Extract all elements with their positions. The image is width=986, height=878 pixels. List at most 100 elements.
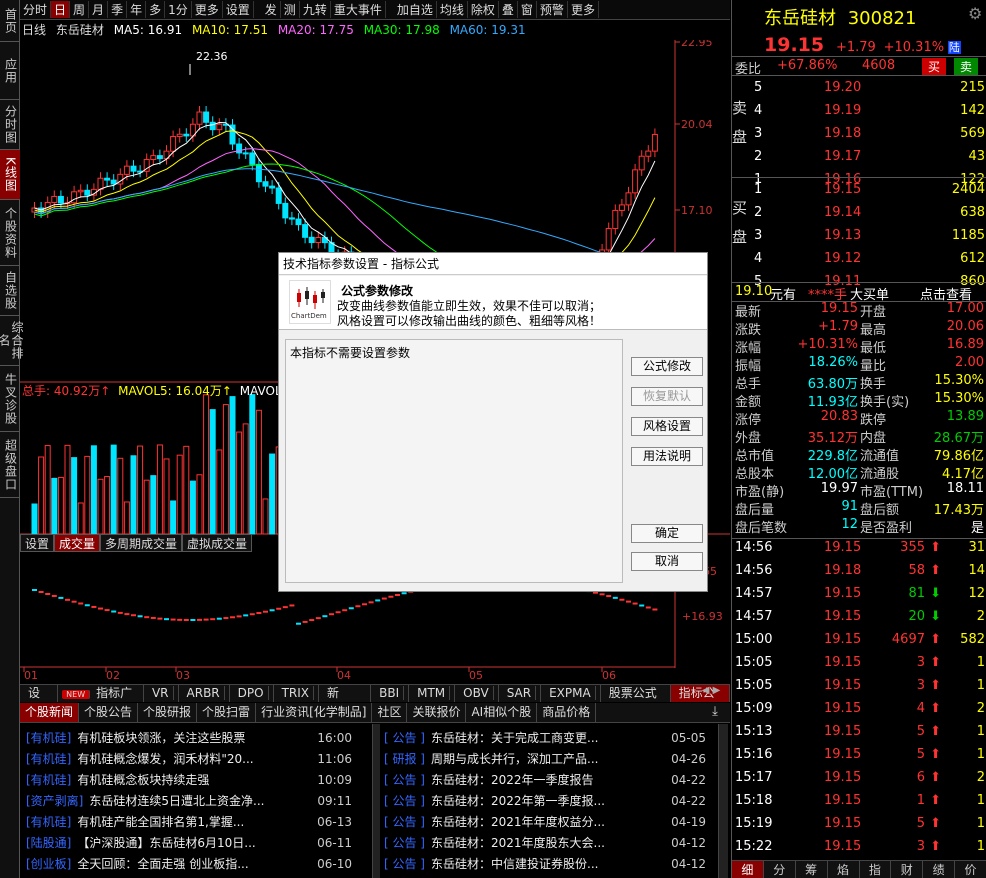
orderbook-row[interactable]: 3 19.13 1185 (732, 225, 986, 245)
quote-tab[interactable]: 分 (764, 861, 796, 878)
volume-sub-tab[interactable]: 虚拟成交量 (182, 534, 253, 552)
ok-button[interactable]: 确定 (631, 524, 703, 543)
toolbar-item[interactable]: 叠 (499, 1, 518, 18)
style-settings-button[interactable]: 风格设置 (631, 417, 703, 436)
indicator-tab[interactable]: VR (144, 685, 179, 702)
download-icon[interactable]: ⤓ (703, 704, 727, 722)
restore-default-button[interactable]: 恢复默认 (631, 387, 703, 406)
volume-sub-tab[interactable]: 成交量 (54, 534, 101, 552)
left-nav-item[interactable]: 应用 (0, 42, 20, 100)
toolbar-item[interactable]: 测 (281, 1, 300, 18)
left-nav-item[interactable]: 综合排名 (0, 316, 24, 366)
indicator-tab[interactable]: TRIX (274, 685, 319, 702)
toolbar-item[interactable]: 1分 (165, 1, 192, 18)
left-nav-item[interactable]: 自选股 (0, 266, 20, 316)
indicator-tab[interactable]: 新DMA (319, 685, 372, 717)
quote-tab[interactable]: 细 (732, 861, 764, 878)
volume-sub-tab[interactable]: 设置 (20, 534, 55, 552)
news-item[interactable]: [有机硅] 有机硅板块领涨，关注这些股票 16:00 (26, 727, 352, 748)
tab-scroll-arrows[interactable]: ◀ ▶ (694, 685, 728, 701)
volume-sub-tab[interactable]: 多周期成交量 (100, 534, 183, 552)
news-tab[interactable]: 商品价格 (537, 703, 597, 722)
toolbar-item[interactable]: 重大事件 (331, 1, 386, 18)
indicator-tab[interactable]: EXPMA (541, 685, 601, 702)
left-nav-item[interactable]: 分时图 (0, 100, 20, 150)
news-item[interactable]: [ 公告 ] 东岳硅材：中信建投证券股份... 04-12 (384, 853, 706, 874)
news-tab[interactable]: 个股研报 (138, 703, 198, 722)
left-nav-item[interactable]: 牛叉诊股 (0, 366, 20, 432)
toolbar-item[interactable]: 加自选 (394, 1, 437, 18)
quote-tab[interactable]: 筹 (796, 861, 828, 878)
orderbook-row[interactable]: 1 19.15 2404 (732, 179, 986, 199)
news-item[interactable]: [ 公告 ] 东岳硅材：2022年第一季度报... 04-22 (384, 790, 706, 811)
toolbar-item[interactable]: 日 (51, 1, 71, 18)
news-item[interactable]: [ 研报 ] 周期与成长并行，深加工产品... 04-26 (384, 748, 706, 769)
orderbook-row[interactable]: 2 19.14 638 (732, 202, 986, 222)
toolbar-item[interactable]: 月 (89, 1, 109, 18)
toolbar-item[interactable]: 均线 (437, 1, 468, 18)
quote-tab[interactable]: 财 (891, 861, 924, 878)
toolbar-item[interactable]: 年 (127, 1, 147, 18)
quote-tab[interactable]: 焰 (828, 861, 860, 878)
buy-button[interactable]: 买 (922, 58, 947, 75)
toolbar-item[interactable]: 多 (146, 1, 166, 18)
toolbar-item[interactable]: 除权 (468, 1, 499, 18)
news-item[interactable]: [ 公告 ] 东岳硅材：2021年年度权益分... 04-19 (384, 811, 706, 832)
edit-formula-button[interactable]: 公式修改 (631, 357, 703, 376)
news-item[interactable]: [有机硅] 有机硅概念板块持续走强 10:09 (26, 769, 352, 790)
toolbar-item[interactable]: 预警 (537, 1, 568, 18)
news-item[interactable]: [ 公告 ] 东岳硅材：关于完成工商变更... 05-05 (384, 727, 706, 748)
news-tab[interactable]: 个股扫雷 (197, 703, 257, 722)
news-scrollbar-left[interactable] (372, 724, 380, 878)
news-tab[interactable]: AI相似个股 (466, 703, 538, 722)
cancel-button[interactable]: 取消 (631, 552, 703, 571)
quote-tab[interactable]: 指 (860, 861, 892, 878)
orderbook-row[interactable]: 3 19.18 569 (732, 123, 986, 143)
toolbar-item[interactable]: 更多 (568, 1, 599, 18)
indicator-tab[interactable]: 设置 (20, 685, 59, 717)
news-tab[interactable]: 个股新闻 (20, 703, 80, 722)
toolbar-item[interactable]: 分时 (20, 1, 52, 18)
left-nav-item[interactable]: K线图 (0, 150, 20, 200)
indicator-tab[interactable]: ARBR (179, 685, 230, 702)
indicator-tab[interactable]: SAR (499, 685, 542, 702)
indicator-tab[interactable]: 股票公式网 (601, 685, 671, 717)
orderbook-row[interactable]: 2 19.17 43 (732, 146, 986, 166)
toolbar-item[interactable]: 窗 (518, 1, 537, 18)
quote-tab[interactable]: 绩 (923, 861, 956, 878)
indicator-tab[interactable]: MTM (409, 685, 456, 702)
indicator-tab[interactable]: DPO (230, 685, 274, 702)
news-tab[interactable]: 关联报价 (407, 703, 467, 722)
gear-icon[interactable]: ⚙ (968, 4, 982, 23)
news-tab[interactable]: 社区 (372, 703, 408, 722)
toolbar-item[interactable]: 设置 (223, 1, 254, 18)
news-item[interactable]: [ 公告 ] 东岳硅材：2021年度股东大会... 04-12 (384, 832, 706, 853)
toolbar-item[interactable]: 周 (70, 1, 90, 18)
left-nav-item[interactable]: 超级盘口 (0, 432, 20, 498)
orderbook-row[interactable]: 5 19.20 215 (732, 77, 986, 97)
indicator-tab[interactable]: OBV (455, 685, 499, 702)
news-item[interactable]: [ 公告 ] 东岳硅材：2022年一季度报告 04-22 (384, 769, 706, 790)
news-item[interactable]: [创业板] 全天回顾：全面走强 创业板指... 06-10 (26, 853, 352, 874)
news-tab[interactable]: 行业资讯[化学制品] (256, 703, 373, 722)
news-item[interactable]: [资产剥离] 东岳硅材连续5日遭北上资金净... 09:11 (26, 790, 352, 811)
news-item[interactable]: [有机硅] 有机硅概念爆发，润禾材料"20... 11:06 (26, 748, 352, 769)
orderbook-row[interactable]: 4 19.12 612 (732, 248, 986, 268)
usage-help-button[interactable]: 用法说明 (631, 447, 703, 466)
quote-tab[interactable]: 价 (955, 861, 986, 878)
indicator-tab[interactable]: NEW指标广场 (58, 685, 144, 718)
indicator-tab[interactable]: BBI (371, 685, 410, 702)
toolbar-item[interactable]: 九转 (300, 1, 331, 18)
news-tab[interactable]: 个股公告 (79, 703, 139, 722)
toolbar-item[interactable]: 发 (262, 1, 281, 18)
left-nav-item[interactable]: 个股资料 (0, 200, 20, 266)
toolbar-item[interactable]: 更多 (192, 1, 223, 18)
left-nav-item[interactable]: 首页 (0, 0, 20, 42)
orderbook-row[interactable]: 4 19.19 142 (732, 100, 986, 120)
news-item[interactable]: [有机硅] 有机硅产能全国排名第1,掌握... 06-13 (26, 811, 352, 832)
sell-button[interactable]: 卖 (954, 58, 979, 75)
toolbar-item[interactable]: 季 (108, 1, 128, 18)
big-order-row[interactable]: 19.10 元有 ****手 大买单 点击查看 (732, 282, 986, 303)
news-item[interactable]: [陆股通] 【沪深股通】东岳硅材6月10日... 06-11 (26, 832, 352, 853)
news-scrollbar-right[interactable] (718, 724, 728, 878)
